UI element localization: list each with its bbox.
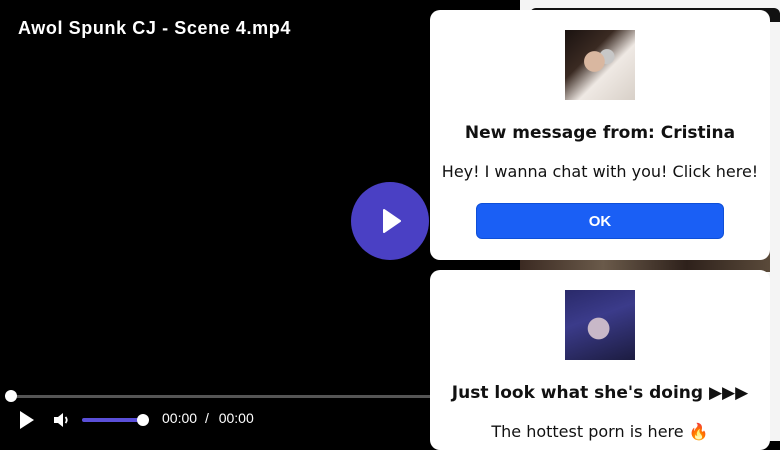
popup-message[interactable]: Hey! I wanna chat with you! Click here! bbox=[430, 162, 770, 181]
ok-button[interactable]: OK bbox=[476, 203, 724, 239]
volume-icon bbox=[54, 413, 68, 427]
avatar bbox=[565, 290, 635, 360]
play-icon bbox=[383, 209, 401, 233]
volume-slider[interactable] bbox=[82, 418, 144, 422]
play-button[interactable] bbox=[18, 410, 36, 434]
seek-handle[interactable] bbox=[5, 390, 17, 402]
promo-popup[interactable]: Just look what she's doing ▶▶▶ The hotte… bbox=[430, 270, 770, 450]
time-separator: / bbox=[204, 410, 209, 426]
popup-heading: New message from: Cristina bbox=[464, 123, 736, 143]
play-icon bbox=[20, 411, 34, 429]
duration: 00:00 bbox=[218, 410, 254, 426]
big-play-button[interactable] bbox=[351, 182, 429, 260]
message-popup[interactable]: New message from: Cristina Hey! I wanna … bbox=[430, 10, 770, 260]
time-display: 00:00 / 00:00 bbox=[162, 410, 254, 426]
current-time: 00:00 bbox=[162, 410, 198, 426]
mute-button[interactable] bbox=[52, 411, 72, 433]
avatar bbox=[565, 30, 635, 100]
volume-handle[interactable] bbox=[137, 414, 149, 426]
video-title: Awol Spunk CJ - Scene 4.mp4 bbox=[18, 18, 291, 38]
popup-message[interactable]: The hottest porn is here 🔥 bbox=[430, 422, 770, 441]
popup-heading: Just look what she's doing ▶▶▶ bbox=[451, 383, 749, 403]
